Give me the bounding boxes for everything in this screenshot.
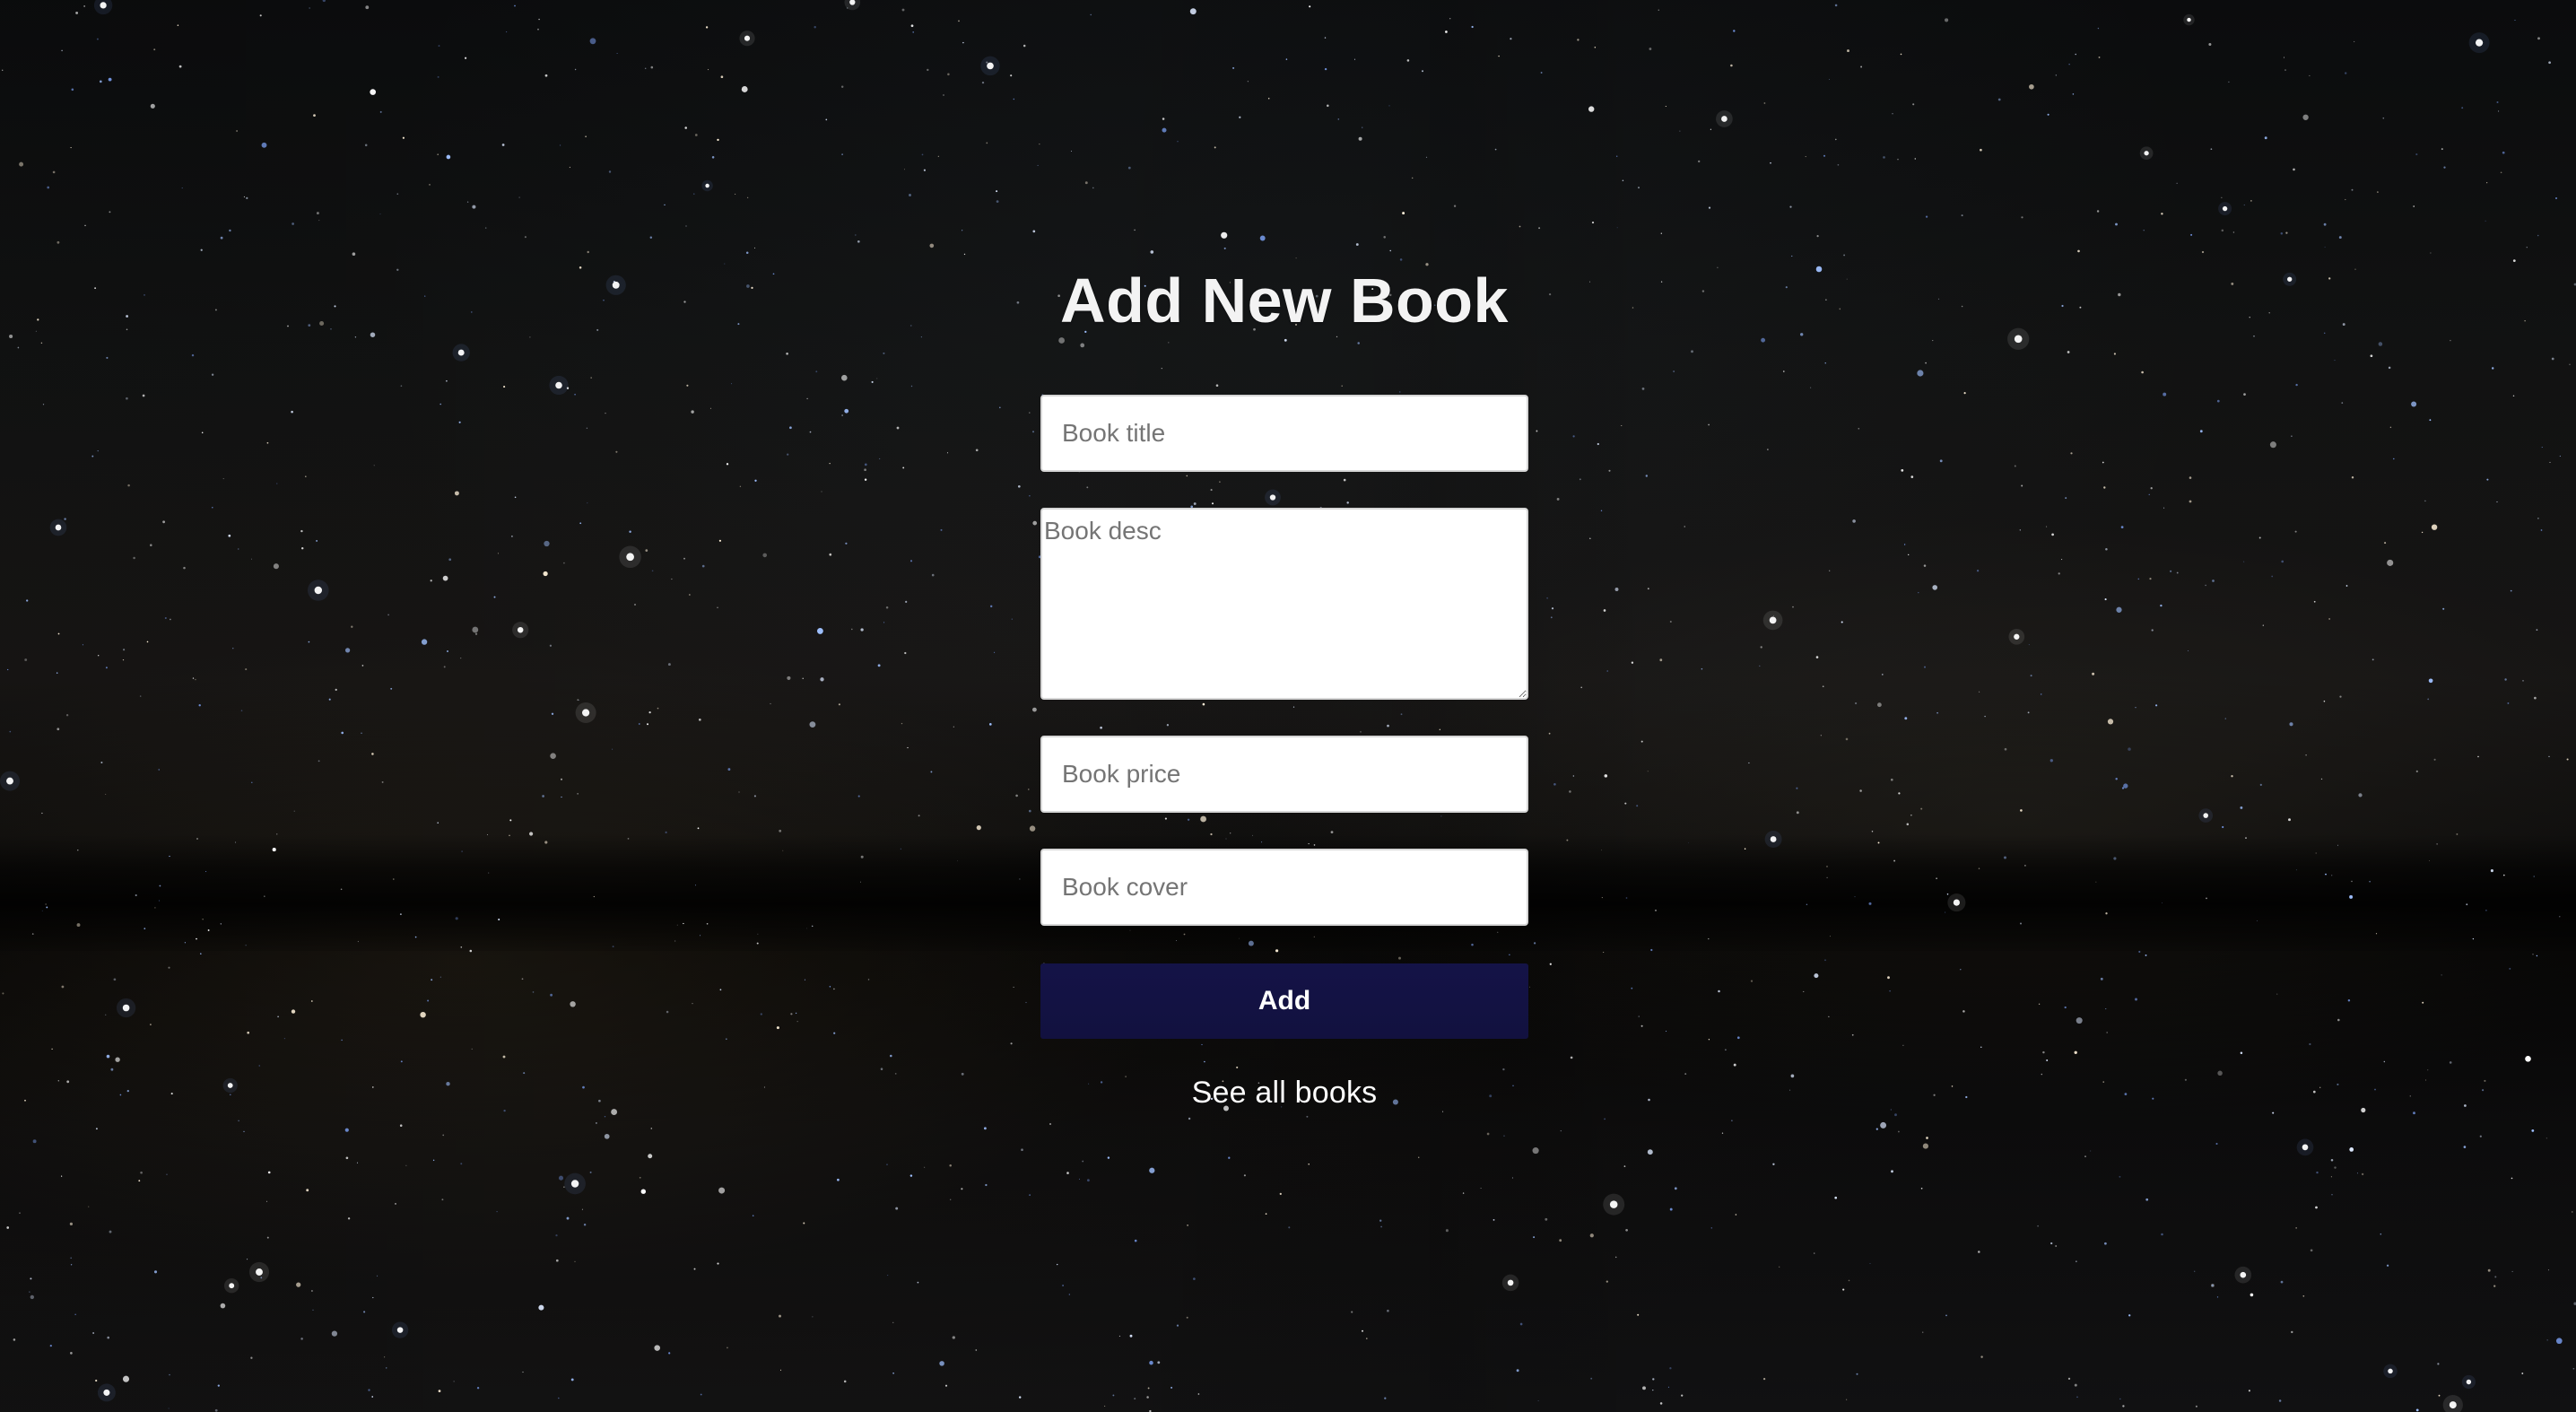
book-description-textarea[interactable] [1040,508,1528,700]
see-all-books-link[interactable]: See all books [1040,1076,1528,1110]
add-book-form: Add New Book Add See all books [1040,269,1528,1110]
page-title: Add New Book [1060,266,1509,336]
background-right-panel [1430,0,2576,1412]
book-cover-input[interactable] [1040,849,1528,926]
book-price-input[interactable] [1040,736,1528,813]
book-title-input[interactable] [1040,395,1528,472]
page-background: Add New Book Add See all books [0,0,2576,1412]
add-book-button[interactable]: Add [1040,963,1528,1039]
